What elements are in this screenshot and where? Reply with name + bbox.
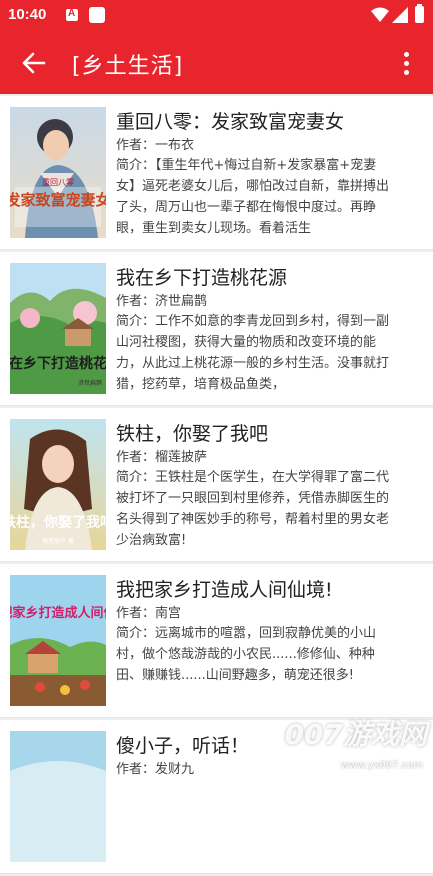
book-author: 作者：发财九: [116, 762, 195, 777]
book-author: 作者：济世扁鹊: [116, 294, 208, 309]
svg-text:榴莲披萨 著: 榴莲披萨 著: [42, 537, 74, 545]
book-cover[interactable]: 我把家乡打造成人间仙境: [10, 575, 106, 706]
watermark-logo: 007游戏网: [284, 718, 427, 751]
book-cover[interactable]: 发家致富宠妻女 重回八零: [10, 107, 106, 238]
svg-text:重回八零: 重回八零: [42, 177, 74, 187]
book-title: 傻小子，听话！: [116, 735, 250, 757]
cover-title: 铁柱，你娶了我吧: [10, 514, 106, 531]
back-arrow-icon[interactable]: [20, 49, 48, 77]
book-cover[interactable]: [10, 731, 106, 862]
book-intro: 简介：【重生年代+悔过自新+发家暴富+宠妻女】逼死老婆女儿后，哪怕改过自新，靠拼…: [116, 158, 390, 236]
book-author: 作者：南宫: [116, 606, 182, 621]
book-list: 发家致富宠妻女 重回八零 重回八零：发家致富宠妻女 作者：一布衣 简介：【重生年…: [0, 96, 433, 876]
signal-icon: [392, 7, 408, 23]
book-list-item[interactable]: 我把家乡打造成人间仙境 我把家乡打造成人间仙境! 作者：南宫 简介：远离城市的喧…: [0, 564, 433, 718]
book-list-item[interactable]: 铁柱，你娶了我吧 榴莲披萨 著 铁柱，你娶了我吧 作者：榴莲披萨 简介：王铁柱是…: [0, 408, 433, 562]
cover-title: 我在乡下打造桃花源: [10, 355, 106, 372]
page-title: [乡土生活]: [72, 54, 184, 79]
status-time: 10:40: [8, 6, 47, 23]
book-title: 我在乡下打造桃花源: [116, 267, 288, 289]
book-author: 作者：一布衣: [116, 138, 195, 153]
more-options-icon[interactable]: [400, 50, 412, 78]
svg-text:济世扁鹊: 济世扁鹊: [78, 379, 102, 387]
book-intro: 简介：工作不如意的李青龙回到乡村，得到一副山河社稷图，获得大量的物质和改变环境的…: [116, 314, 390, 392]
book-cover[interactable]: 铁柱，你娶了我吧 榴莲披萨 著: [10, 419, 106, 550]
battery-icon: [415, 4, 424, 23]
notification-a-icon: A: [66, 8, 78, 21]
book-title: 我把家乡打造成人间仙境!: [116, 579, 333, 601]
book-title: 重回八零：发家致富宠妻女: [116, 111, 345, 133]
wifi-icon: [371, 7, 389, 22]
book-list-item[interactable]: 我在乡下打造桃花源 济世扁鹊 我在乡下打造桃花源 作者：济世扁鹊 简介：工作不如…: [0, 252, 433, 406]
watermark-url: www.yx007.com: [340, 760, 423, 771]
notification-square-icon: [89, 7, 105, 23]
book-intro: 简介：王铁柱是个医学生，在大学得罪了富二代被打坏了一只眼回到村里修养，凭借赤脚医…: [116, 470, 390, 548]
book-intro: 简介：远离城市的喧嚣，回到寂静优美的小山村，做个悠哉游哉的小农民......修修…: [116, 626, 377, 683]
toolbar: [乡土生活]: [0, 32, 433, 94]
book-title: 铁柱，你娶了我吧: [116, 423, 269, 445]
cover-title: 发家致富宠妻女: [10, 191, 106, 209]
book-list-item[interactable]: 发家致富宠妻女 重回八零 重回八零：发家致富宠妻女 作者：一布衣 简介：【重生年…: [0, 96, 433, 250]
status-bar: 10:40 A: [0, 0, 433, 32]
book-author: 作者：榴莲披萨: [116, 450, 208, 465]
book-cover[interactable]: 我在乡下打造桃花源 济世扁鹊: [10, 263, 106, 394]
cover-title: 我把家乡打造成人间仙境: [10, 605, 106, 621]
